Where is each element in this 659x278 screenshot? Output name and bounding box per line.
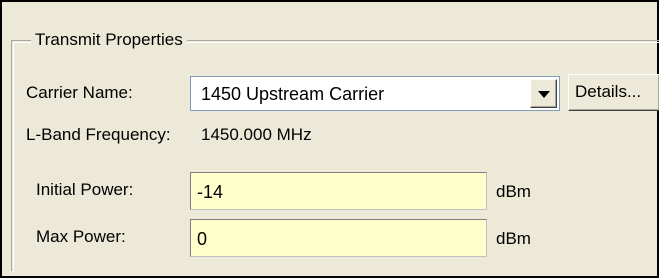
max-power-input[interactable]: 0 xyxy=(190,219,487,257)
lband-frequency-value: 1450.000 MHz xyxy=(201,125,312,144)
details-button[interactable]: Details... xyxy=(568,74,659,111)
chevron-down-icon xyxy=(538,91,550,98)
initial-power-label: Initial Power: xyxy=(36,180,134,199)
max-power-unit: dBm xyxy=(496,229,531,248)
carrier-name-select[interactable]: 1450 Upstream Carrier xyxy=(190,76,560,111)
lband-frequency-label: L-Band Frequency: xyxy=(26,125,171,144)
carrier-name-value: 1450 Upstream Carrier xyxy=(201,84,385,104)
max-power-label: Max Power: xyxy=(36,227,126,246)
carrier-name-label: Carrier Name: xyxy=(26,83,133,102)
initial-power-unit: dBm xyxy=(496,182,531,201)
transmit-properties-panel: Transmit Properties Carrier Name: 1450 U… xyxy=(0,0,659,278)
carrier-dropdown-button[interactable] xyxy=(530,79,557,108)
initial-power-input[interactable]: -14 xyxy=(190,172,487,210)
group-title: Transmit Properties xyxy=(31,29,187,51)
